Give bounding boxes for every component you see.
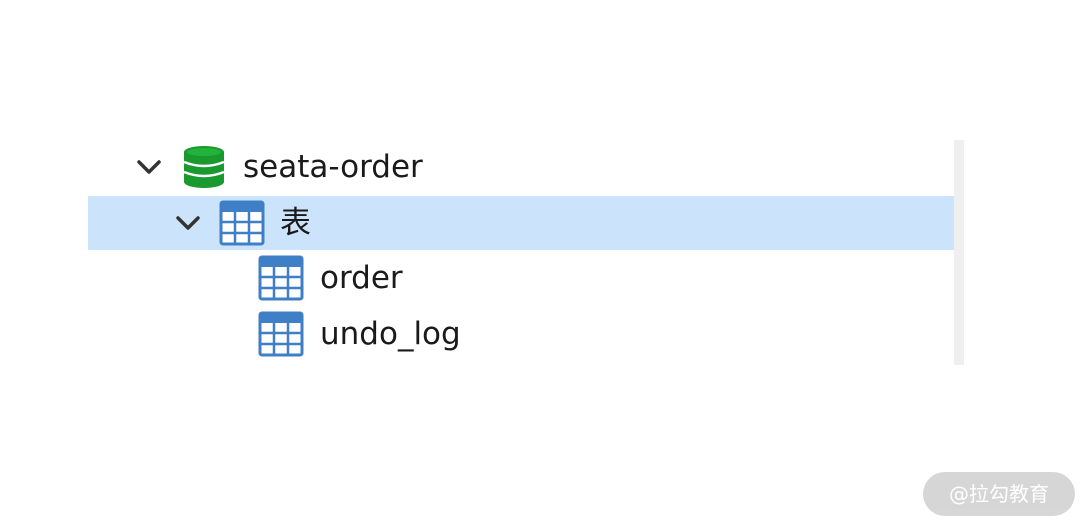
tree-node-label: 表 (280, 205, 311, 241)
chevron-down-icon[interactable] (173, 208, 203, 238)
chevron-down-icon[interactable] (134, 152, 164, 182)
watermark: @拉勾教育 (923, 472, 1075, 516)
database-icon (183, 146, 225, 188)
tree-node-label: undo_log (320, 316, 461, 352)
tree-node-undo-log[interactable]: undo_log (88, 307, 954, 361)
tree-node-tables-folder[interactable]: 表 (88, 196, 954, 250)
tree-node-order[interactable]: order (88, 251, 954, 305)
tree-node-seata-order[interactable]: seata-order (88, 140, 954, 194)
table-icon (258, 255, 304, 301)
table-icon (258, 311, 304, 357)
tree-node-label: order (320, 260, 403, 296)
database-tree: seata-order 表 order undo_log (88, 140, 956, 365)
vertical-scrollbar[interactable] (954, 140, 964, 365)
table-folder-icon (219, 200, 265, 246)
tree-node-label: seata-order (243, 149, 423, 185)
